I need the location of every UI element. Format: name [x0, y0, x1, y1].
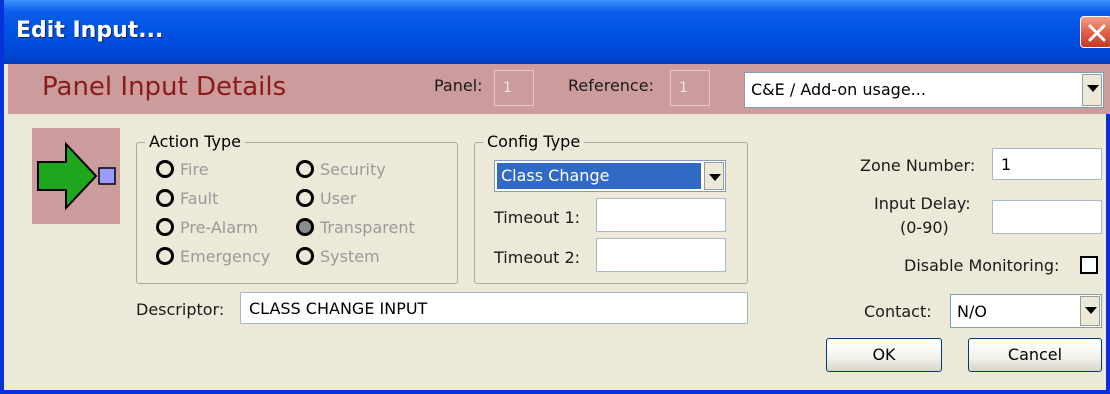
timeout2-field[interactable] [596, 238, 726, 272]
panel-header: Panel Input Details Panel: 1 Reference: … [8, 64, 1110, 114]
radio-button [156, 247, 174, 265]
timeout2-label: Timeout 2: [494, 248, 581, 267]
radio-button [156, 160, 174, 178]
close-button[interactable] [1080, 16, 1110, 48]
panel-label: Panel: [434, 76, 483, 95]
radio-button [296, 160, 314, 178]
radio-emergency[interactable]: Emergency [156, 247, 270, 266]
close-icon [1088, 24, 1106, 42]
radio-security[interactable]: Security [296, 160, 386, 179]
input-delay-field[interactable] [992, 200, 1102, 234]
title-bar[interactable]: Edit Input... [4, 0, 1110, 64]
window-title: Edit Input... [16, 18, 164, 43]
radio-label: System [320, 247, 380, 266]
radio-button-selected [296, 218, 314, 236]
ok-button[interactable]: OK [826, 338, 942, 372]
action-type-legend: Action Type [145, 132, 245, 151]
dialog-window: Edit Input... Panel Input Details Panel:… [0, 0, 1110, 394]
disable-monitoring-checkbox[interactable] [1080, 256, 1098, 274]
zone-number-label: Zone Number: [860, 156, 976, 175]
radio-button [296, 189, 314, 207]
radio-label: Emergency [180, 247, 271, 266]
radio-fault[interactable]: Fault [156, 189, 218, 208]
contact-dropdown-button[interactable] [1080, 296, 1100, 326]
config-type-dropdown-button[interactable] [704, 162, 724, 190]
arrow-right-icon [37, 141, 116, 211]
radio-label: Fire [180, 160, 209, 179]
chevron-down-icon [1087, 85, 1099, 92]
config-type-select[interactable]: Class Change [494, 160, 726, 192]
radio-button [156, 189, 174, 207]
radio-user[interactable]: User [296, 189, 356, 208]
radio-pre-alarm[interactable]: Pre-Alarm [156, 218, 258, 237]
radio-button [296, 247, 314, 265]
radio-label: Pre-Alarm [180, 218, 258, 237]
cancel-button[interactable]: Cancel [968, 338, 1102, 372]
radio-system[interactable]: System [296, 247, 380, 266]
radio-button [156, 218, 174, 236]
radio-label: User [320, 189, 357, 208]
panel-field: 1 [494, 70, 534, 106]
radio-label: Security [320, 160, 386, 179]
timeout1-label: Timeout 1: [494, 208, 581, 227]
reference-field: 1 [670, 70, 710, 106]
usage-select[interactable]: C&E / Add-on usage... [744, 72, 1104, 108]
radio-label: Transparent [320, 218, 415, 237]
input-delay-range: (0-90) [900, 218, 949, 237]
zone-number-field[interactable]: 1 [992, 148, 1102, 180]
timeout1-field[interactable] [596, 198, 726, 232]
radio-fire[interactable]: Fire [156, 160, 209, 179]
disable-monitoring-label: Disable Monitoring: [904, 256, 1060, 275]
config-type-legend: Config Type [483, 132, 585, 151]
contact-label: Contact: [864, 302, 932, 321]
usage-dropdown-button[interactable] [1082, 74, 1102, 106]
descriptor-field[interactable]: CLASS CHANGE INPUT [240, 292, 748, 324]
contact-select[interactable]: N/O [950, 294, 1102, 328]
config-type-value: Class Change [501, 166, 610, 185]
chevron-down-icon [1085, 307, 1097, 314]
input-delay-label: Input Delay: [874, 194, 971, 213]
descriptor-label: Descriptor: [136, 300, 225, 319]
radio-label: Fault [180, 189, 219, 208]
contact-value: N/O [957, 302, 987, 321]
page-title: Panel Input Details [42, 72, 287, 102]
usage-select-value: C&E / Add-on usage... [751, 80, 926, 99]
radio-transparent[interactable]: Transparent [296, 218, 415, 237]
input-type-icon [32, 128, 120, 224]
chevron-down-icon [709, 174, 721, 181]
reference-label: Reference: [568, 76, 654, 95]
